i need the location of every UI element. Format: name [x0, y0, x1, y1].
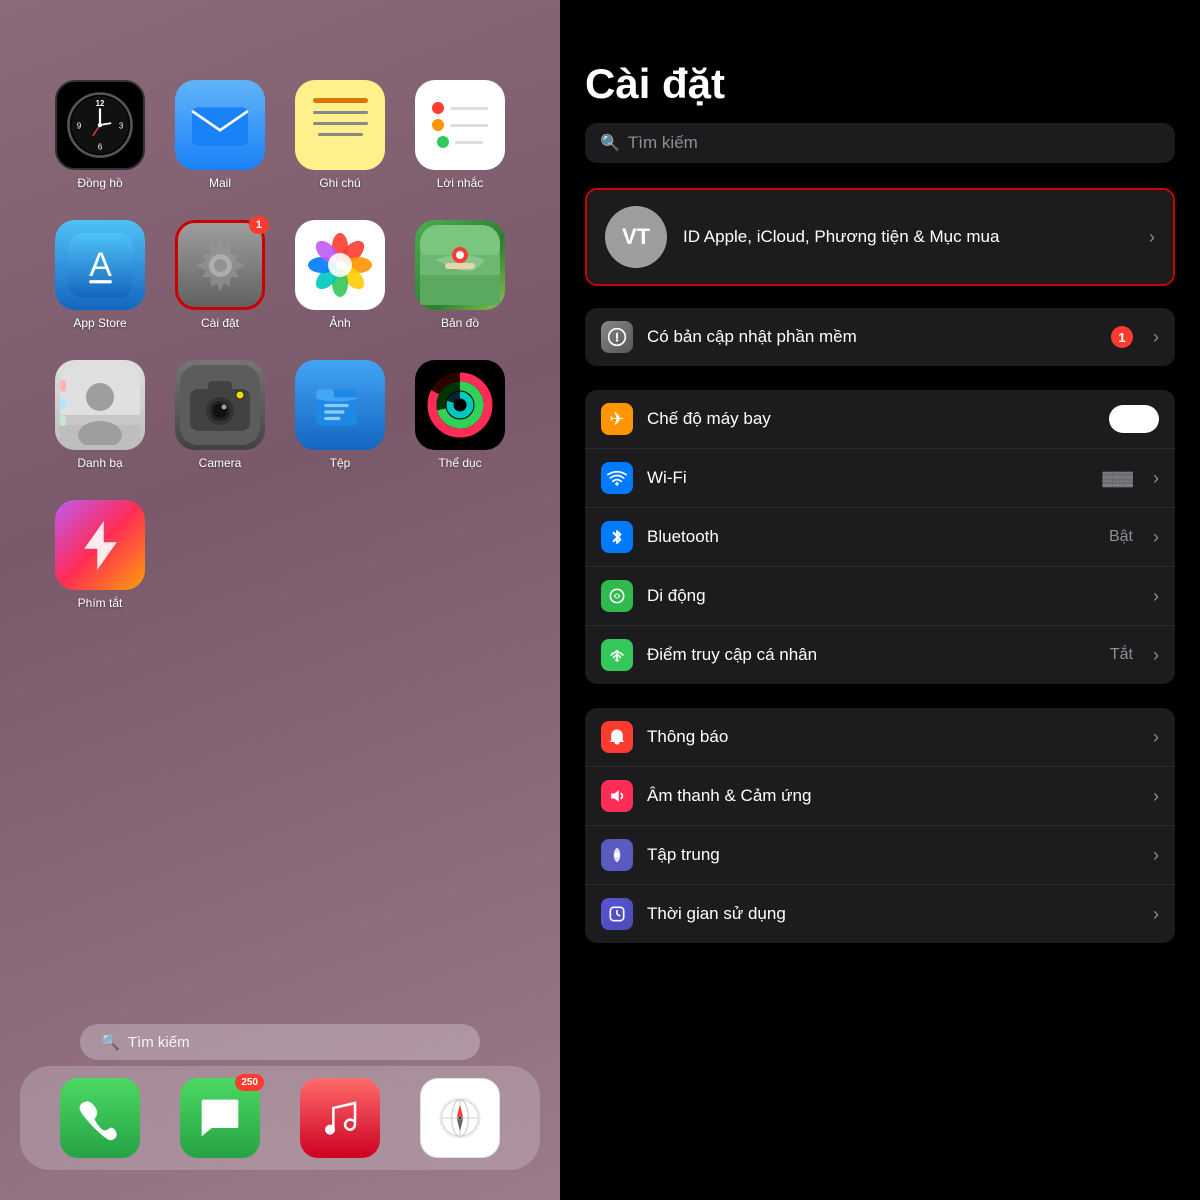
settings-group-system: Thông báo › Âm thanh & Cảm ứng › Tập t: [585, 708, 1175, 943]
app-item-appstore[interactable]: A App Store: [45, 220, 155, 350]
settings-row-wifi-label: Wi-Fi: [647, 468, 1088, 488]
app-label-notes: Ghi chú: [319, 176, 360, 190]
settings-badge: 1: [249, 216, 269, 234]
settings-row-sounds-label: Âm thanh & Cảm ứng: [647, 786, 1139, 806]
app-label-camera: Camera: [199, 456, 242, 470]
search-bar-label: Tìm kiếm: [128, 1034, 190, 1051]
settings-group-update: Có bản cập nhật phần mềm 1 ›: [585, 308, 1175, 366]
app-item-maps[interactable]: Bản đồ: [405, 220, 515, 350]
settings-row-wifi-value: ▓▓▓: [1102, 470, 1133, 486]
settings-row-notifications[interactable]: Thông báo ›: [585, 708, 1175, 767]
app-item-shortcuts[interactable]: Phím tắt: [45, 500, 155, 630]
update-chevron: ›: [1153, 327, 1159, 348]
app-label-contacts: Danh bạ: [77, 456, 122, 470]
settings-search-placeholder: Tìm kiếm: [628, 133, 698, 153]
sounds-chevron: ›: [1153, 786, 1159, 807]
settings-row-focus[interactable]: Tập trung ›: [585, 826, 1175, 885]
screentime-chevron: ›: [1153, 904, 1159, 925]
app-label-photos: Ảnh: [329, 316, 350, 330]
apple-id-chevron: ›: [1149, 227, 1155, 248]
app-item-settings[interactable]: 1 Cài đặt: [165, 220, 275, 350]
settings-row-screentime[interactable]: Thời gian sử dụng ›: [585, 885, 1175, 943]
apple-id-label: ID Apple, iCloud, Phương tiện & Mục mua: [683, 227, 999, 246]
airplane-icon: ✈: [609, 409, 624, 430]
settings-group-network: ✈ Chế độ máy bay Wi-Fi ▓▓▓ ›: [585, 390, 1175, 684]
app-item-camera[interactable]: Camera: [165, 360, 275, 490]
settings-row-update[interactable]: Có bản cập nhật phần mềm 1 ›: [585, 308, 1175, 366]
settings-row-focus-label: Tập trung: [647, 845, 1139, 865]
settings-row-wifi[interactable]: Wi-Fi ▓▓▓ ›: [585, 449, 1175, 508]
focus-chevron: ›: [1153, 845, 1159, 866]
app-label-clock: Đồng hồ: [77, 176, 122, 190]
settings-row-bluetooth-label: Bluetooth: [647, 527, 1095, 547]
settings-row-airplane-label: Chế độ máy bay: [647, 409, 1095, 429]
svg-text:6: 6: [98, 143, 103, 152]
settings-row-update-label: Có bản cập nhật phần mềm: [647, 327, 1097, 347]
hotspot-chevron: ›: [1153, 645, 1159, 666]
app-label-appstore: App Store: [73, 316, 126, 330]
dock-app-safari[interactable]: [420, 1078, 500, 1158]
settings-row-hotspot[interactable]: Điểm truy cập cá nhân Tắt ›: [585, 626, 1175, 684]
update-badge: 1: [1111, 326, 1133, 348]
settings-row-hotspot-value: Tắt: [1110, 646, 1133, 664]
app-label-mail: Mail: [209, 176, 231, 190]
app-label-fitness: Thể dục: [438, 456, 481, 470]
app-item-mail[interactable]: Mail: [165, 80, 275, 210]
app-item-files[interactable]: Tệp: [285, 360, 395, 490]
svg-text:3: 3: [119, 122, 124, 131]
settings-row-notifications-label: Thông báo: [647, 727, 1139, 747]
apple-id-text: ID Apple, iCloud, Phương tiện & Mục mua: [683, 225, 1133, 249]
apple-id-avatar: VT: [605, 206, 667, 268]
settings-row-bluetooth-value: Bật: [1109, 528, 1133, 546]
settings-row-cellular-label: Di động: [647, 586, 1139, 606]
dock-app-phone[interactable]: [60, 1078, 140, 1158]
home-screen: 12 3 6 9 Đồng hồ Mail: [0, 0, 560, 1200]
app-label-reminders: Lời nhắc: [437, 176, 484, 190]
bluetooth-chevron: ›: [1153, 527, 1159, 548]
settings-row-bluetooth[interactable]: Bluetooth Bật ›: [585, 508, 1175, 567]
wifi-chevron: ›: [1153, 468, 1159, 489]
svg-text:A: A: [89, 246, 112, 284]
app-label-settings: Cài đặt: [201, 316, 239, 330]
svg-text:12: 12: [96, 99, 105, 108]
app-label-maps: Bản đồ: [441, 316, 479, 330]
settings-row-sounds[interactable]: Âm thanh & Cảm ứng ›: [585, 767, 1175, 826]
settings-row-cellular[interactable]: Di động ›: [585, 567, 1175, 626]
settings-row-hotspot-label: Điểm truy cập cá nhân: [647, 645, 1096, 665]
app-item-reminders[interactable]: Lời nhắc: [405, 80, 515, 210]
dock-app-music[interactable]: [300, 1078, 380, 1158]
app-item-photos[interactable]: Ảnh: [285, 220, 395, 350]
app-label-shortcuts: Phím tắt: [78, 596, 123, 610]
notifications-chevron: ›: [1153, 727, 1159, 748]
settings-row-airplane[interactable]: ✈ Chế độ máy bay: [585, 390, 1175, 449]
cellular-chevron: ›: [1153, 586, 1159, 607]
airplane-toggle[interactable]: [1109, 405, 1159, 433]
app-item-fitness[interactable]: Thể dục: [405, 360, 515, 490]
settings-search-icon: 🔍: [600, 133, 620, 153]
settings-title: Cài đặt: [560, 0, 1200, 123]
app-item-clock[interactable]: 12 3 6 9 Đồng hồ: [45, 80, 155, 210]
search-icon: 🔍: [100, 1032, 120, 1052]
app-item-contacts[interactable]: Danh bạ: [45, 360, 155, 490]
dock-app-messages[interactable]: 250: [180, 1078, 260, 1158]
svg-text:9: 9: [77, 122, 81, 131]
app-item-notes[interactable]: Ghi chú: [285, 80, 395, 210]
apple-id-row[interactable]: VT ID Apple, iCloud, Phương tiện & Mục m…: [585, 188, 1175, 286]
settings-panel: Cài đặt 🔍 Tìm kiếm VT ID Apple, iCloud, …: [560, 0, 1200, 1200]
app-label-files: Tệp: [330, 456, 351, 470]
app-grid: 12 3 6 9 Đồng hồ Mail: [45, 80, 515, 770]
search-bar[interactable]: 🔍 Tìm kiếm: [80, 1024, 480, 1060]
settings-search[interactable]: 🔍 Tìm kiếm: [585, 123, 1175, 163]
dock: 250: [20, 1066, 540, 1170]
messages-badge: 250: [235, 1074, 264, 1091]
settings-row-screentime-label: Thời gian sử dụng: [647, 904, 1139, 924]
